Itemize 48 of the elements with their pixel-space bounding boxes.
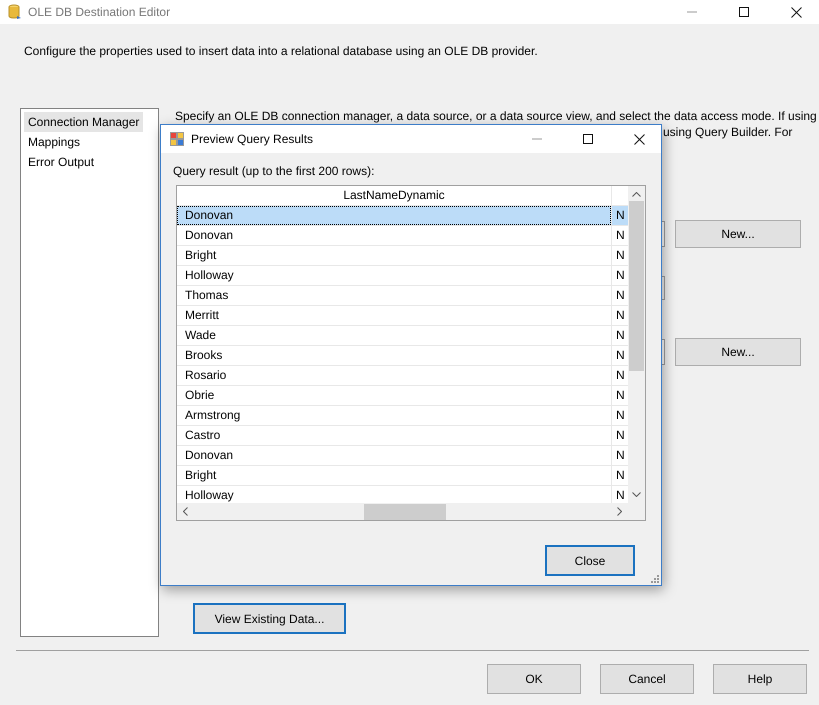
- table-icon: [170, 132, 184, 146]
- close-button[interactable]: Close: [545, 545, 635, 576]
- table-cell-text: Bright: [184, 247, 218, 264]
- minimize-icon[interactable]: [532, 138, 542, 140]
- table-cell-text: Brooks: [184, 347, 224, 364]
- maximize-icon[interactable]: [583, 134, 593, 144]
- result-label: Query result (up to the first 200 rows):: [173, 164, 376, 178]
- description-text: using Query Builder. For: [663, 124, 792, 140]
- close-icon[interactable]: [790, 6, 802, 18]
- table-cell-text: Holloway: [184, 487, 235, 503]
- resize-grip-icon[interactable]: [651, 575, 659, 583]
- table-cell-text: Donovan: [184, 447, 234, 464]
- sidebar-item[interactable]: Mappings: [24, 132, 84, 152]
- view-existing-data-button[interactable]: View Existing Data...: [193, 603, 346, 634]
- help-button[interactable]: Help: [713, 664, 807, 694]
- window-title: OLE DB Destination Editor: [28, 5, 172, 19]
- vertical-scrollbar[interactable]: [628, 186, 645, 503]
- table-cell-text: Wade: [184, 327, 217, 344]
- minimize-icon[interactable]: [687, 11, 697, 13]
- cancel-button[interactable]: Cancel: [600, 664, 694, 694]
- table-cell: N: [611, 206, 628, 225]
- table-cell-text: Bright: [184, 467, 218, 484]
- table-cell-text: Donovan: [184, 227, 234, 244]
- maximize-icon[interactable]: [739, 7, 749, 17]
- table-cell-text: Merritt: [184, 307, 220, 324]
- table-cell: Donovan: [177, 206, 611, 225]
- dialog-title: Preview Query Results: [191, 132, 314, 146]
- close-icon[interactable]: [634, 134, 644, 144]
- sidebar-item[interactable]: Connection Manager: [24, 112, 144, 132]
- header-text: Configure the properties used to insert data into a relational database using an OLE DB provider.: [24, 44, 539, 58]
- scroll-right-icon[interactable]: [617, 507, 622, 516]
- new-button[interactable]: New...: [675, 220, 801, 248]
- column-header[interactable]: LastNameDynamic: [177, 186, 611, 205]
- scroll-up-icon[interactable]: [632, 192, 641, 197]
- scroll-left-icon[interactable]: [183, 507, 188, 516]
- table-cell-text: Castro: [184, 427, 222, 444]
- table-cell-text: Obrie: [184, 387, 216, 404]
- database-icon: [8, 4, 22, 20]
- horizontal-scrollbar[interactable]: [177, 503, 628, 520]
- new-button[interactable]: New...: [675, 338, 801, 366]
- table-cell-text: Rosario: [184, 367, 228, 384]
- ok-button[interactable]: OK: [487, 664, 581, 694]
- table-cell-text: Holloway: [184, 267, 235, 284]
- table-cell-text: Thomas: [184, 287, 230, 304]
- scroll-down-icon[interactable]: [632, 492, 641, 497]
- table-cell-text: Armstrong: [184, 407, 242, 424]
- sidebar-item[interactable]: Error Output: [24, 152, 98, 172]
- description-text: Specify an OLE DB connection manager, a data source, or a data source view, and select the data access mode. If using: [175, 108, 818, 124]
